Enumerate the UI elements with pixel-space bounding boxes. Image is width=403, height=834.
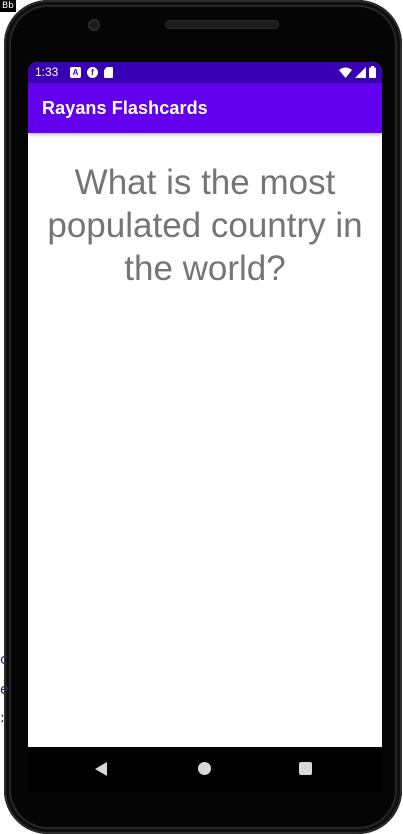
- app-title: Rayans Flashcards: [42, 98, 208, 118]
- cell-signal-icon: [355, 66, 366, 78]
- status-time: 1:33: [35, 65, 59, 79]
- home-icon[interactable]: [198, 762, 211, 775]
- battery-icon: [369, 66, 376, 78]
- app-bar: Rayans Flashcards: [28, 83, 382, 133]
- f-notification-icon: f: [87, 67, 98, 78]
- edge-text-fragment: c: [0, 652, 8, 668]
- back-icon[interactable]: [94, 761, 108, 777]
- system-status-icons: [339, 66, 376, 78]
- earpiece-speaker: [165, 20, 279, 29]
- navigation-bar: [28, 747, 382, 792]
- top-left-badge: Bb: [0, 0, 16, 12]
- phone-frame: 1:33 A f Rayans Flashcards What is the m…: [4, 0, 402, 834]
- app-screen: 1:33 A f Rayans Flashcards What is the m…: [28, 62, 382, 747]
- status-bar: 1:33 A f: [28, 62, 382, 83]
- edge-text-fragment: :: [0, 710, 5, 726]
- front-camera: [88, 19, 100, 31]
- recents-icon[interactable]: [299, 762, 312, 775]
- edge-text-fragment: e: [0, 682, 9, 698]
- notification-icons: A f: [70, 67, 113, 78]
- sd-card-icon: [104, 67, 113, 78]
- flashcard-question[interactable]: What is the most populated country in th…: [36, 161, 374, 290]
- a-notification-icon: A: [70, 67, 81, 78]
- wifi-icon: [339, 67, 352, 78]
